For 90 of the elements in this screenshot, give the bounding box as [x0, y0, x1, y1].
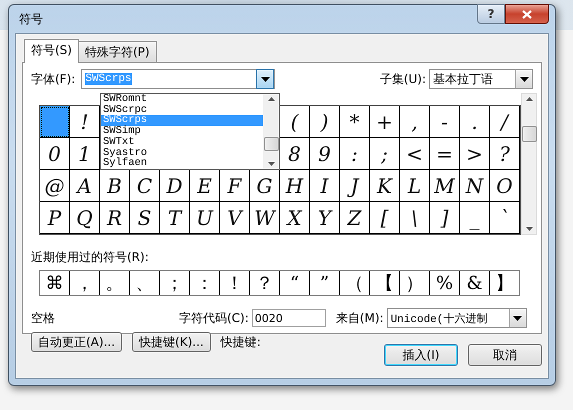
symbol-cell[interactable]: @ — [40, 170, 70, 202]
symbol-cell[interactable]: F — [220, 170, 250, 202]
symbol-cell[interactable]: + — [370, 106, 400, 138]
symbol-cell[interactable]: , — [400, 106, 430, 138]
symbol-cell[interactable]: Y — [310, 202, 340, 234]
scroll-thumb[interactable] — [264, 136, 278, 150]
symbol-cell[interactable]: 8 — [280, 138, 310, 170]
symbol-cell[interactable]: ` — [490, 202, 520, 234]
symbol-cell[interactable]: / — [490, 106, 520, 138]
character-code-field[interactable]: 0020 — [252, 309, 326, 327]
symbol-cell[interactable]: U — [190, 202, 220, 234]
scroll-down-icon — [526, 227, 532, 231]
symbol-cell[interactable]: T — [160, 202, 190, 234]
symbol-cell[interactable]: 0 — [40, 138, 70, 170]
symbol-cell[interactable]: R — [100, 202, 130, 234]
symbol-cell[interactable]: J — [340, 170, 370, 202]
symbol-cell[interactable]: ; — [370, 138, 400, 170]
scroll-up-icon — [526, 97, 532, 101]
list-item[interactable]: SWTxt — [101, 136, 263, 148]
recent-symbol[interactable]: 】 — [490, 271, 519, 295]
symbol-cell[interactable]: E — [190, 170, 220, 202]
scroll-up-icon — [268, 97, 274, 101]
from-label: 来自(M): — [336, 310, 384, 326]
symbol-cell[interactable]: M — [430, 170, 460, 202]
symbol-cell[interactable] — [40, 106, 70, 138]
symbol-cell[interactable]: V — [220, 202, 250, 234]
symbol-cell[interactable]: B — [100, 170, 130, 202]
character-name: 空格 — [31, 310, 56, 326]
from-dropdown[interactable]: Unicode(十六进制 — [386, 308, 527, 328]
symbol-cell[interactable]: ? — [490, 138, 520, 170]
list-item[interactable]: Syastro — [101, 148, 263, 158]
symbol-cell[interactable]: ( — [280, 106, 310, 138]
symbol-cell[interactable]: G — [250, 170, 280, 202]
tab[interactable]: 特殊字符(P) — [78, 41, 157, 62]
symbol-cell[interactable]: < — [400, 138, 430, 170]
symbol-cell[interactable]: Z — [340, 202, 370, 234]
tab[interactable]: 符号(S) — [24, 39, 79, 63]
dropdown-arrow-icon — [513, 316, 522, 320]
scroll-down-icon — [268, 162, 274, 166]
symbol-cell[interactable]: X — [280, 202, 310, 234]
symbol-cell[interactable]: C — [130, 170, 160, 202]
symbol-cell[interactable]: > — [460, 138, 490, 170]
symbol-cell[interactable]: = — [430, 138, 460, 170]
list-item[interactable]: SWScrpc — [101, 104, 263, 116]
shortcut-label: 快捷键: — [220, 334, 261, 350]
subset-dropdown[interactable]: 基本拉丁语 — [429, 69, 533, 89]
symbol-cell[interactable]: A — [70, 170, 100, 202]
symbol-cell[interactable]: 9 — [310, 138, 340, 170]
tool-button[interactable]: 自动更正(A)... — [31, 332, 122, 352]
tool-button[interactable]: 快捷键(K)... — [132, 332, 211, 352]
symbol-cell[interactable]: - — [430, 106, 460, 138]
symbol-cell[interactable]: N — [460, 170, 490, 202]
symbol-cell[interactable]: I — [310, 170, 340, 202]
symbol-cell[interactable]: O — [490, 170, 520, 202]
symbol-cell[interactable]: ! — [70, 106, 100, 138]
scrollbar[interactable] — [521, 93, 537, 235]
close-button[interactable] — [505, 4, 549, 24]
list-item[interactable]: SWSimp — [101, 126, 263, 137]
scrollbar[interactable] — [263, 94, 279, 169]
symbol-cell[interactable]: D — [160, 170, 190, 202]
character-code-label: 字符代码(C): — [179, 310, 249, 326]
list-item[interactable]: Sylfaen — [101, 158, 263, 169]
symbol-cell[interactable]: [ — [370, 202, 400, 234]
symbol-cell[interactable]: L — [400, 170, 430, 202]
help-button[interactable]: ? — [477, 4, 505, 24]
symbol-cell[interactable]: K — [370, 170, 400, 202]
symbol-cell[interactable]: . — [460, 106, 490, 138]
symbol-cell[interactable]: \ — [400, 202, 430, 234]
list-item[interactable]: SWRomnt — [101, 94, 263, 105]
recent-symbols-label: 近期使用过的符号(R): — [31, 249, 150, 266]
symbol-cell[interactable]: ) — [310, 106, 340, 138]
window-title: 符号 — [18, 10, 44, 28]
dropdown-arrow-icon — [260, 76, 270, 82]
symbol-cell[interactable]: 1 — [70, 138, 100, 170]
dialog-button[interactable]: 插入(I) — [384, 344, 458, 366]
dropdown-arrow-icon — [520, 76, 528, 82]
scroll-thumb[interactable] — [522, 126, 536, 142]
subset-label: 子集(U): — [380, 70, 426, 88]
close-icon — [522, 10, 532, 18]
font-label: 字体(F): — [31, 70, 76, 88]
symbol-cell[interactable]: _ — [460, 202, 490, 234]
symbol-cell[interactable]: H — [280, 170, 310, 202]
symbol-cell[interactable]: * — [340, 106, 370, 138]
symbol-cell[interactable]: S — [130, 202, 160, 234]
symbol-cell[interactable]: Q — [70, 202, 100, 234]
dialog-button[interactable]: 取消 — [468, 344, 542, 366]
symbol-cell[interactable]: W — [250, 202, 280, 234]
symbol-cell[interactable]: : — [340, 138, 370, 170]
symbol-cell[interactable]: P — [40, 202, 70, 234]
symbol-cell[interactable]: ] — [430, 202, 460, 234]
